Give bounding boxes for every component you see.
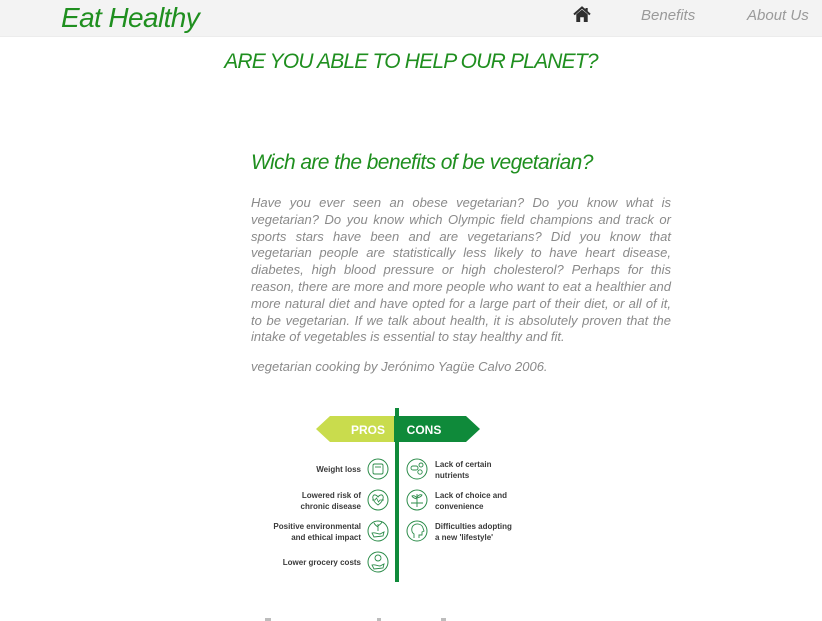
article-body: Have you ever seen an obese vegetarian? … [251, 195, 671, 345]
con-label-line-2: convenience [435, 502, 484, 511]
con-label-line-1: Lack of choice and [435, 491, 507, 500]
pro-item-environmental-impact: Positive environmental and ethical impac… [273, 520, 389, 542]
con-label-line-2: a new 'lifestyle' [435, 533, 493, 542]
scale-icon [367, 458, 389, 480]
pills-icon [406, 458, 428, 480]
sprout-icon [406, 489, 428, 511]
con-item-nutrients: Lack of certain nutrients [406, 458, 492, 480]
home-icon[interactable] [573, 6, 591, 23]
section-title: Wich are the benefits of be vegetarian? [251, 151, 593, 174]
con-item-choice: Lack of choice and convenience [406, 489, 507, 511]
pro-item-chronic-disease: Lowered risk of chronic disease [301, 489, 389, 511]
con-item-lifestyle: Difficulties adopting a new 'lifestyle' [406, 520, 512, 542]
below-fold-content [265, 618, 446, 621]
pro-item-grocery-costs: Lower grocery costs [283, 551, 389, 573]
con-label-line-1: Lack of certain [435, 460, 492, 469]
cons-label: CONS [407, 423, 442, 437]
pro-label-line-1: Lowered risk of [302, 491, 361, 500]
pro-label: Weight loss [316, 465, 361, 474]
pros-label: PROS [351, 423, 385, 437]
signpost-pole [395, 408, 399, 582]
head-icon [406, 520, 428, 542]
citation: vegetarian cooking by Jerónimo Yagüe Cal… [251, 359, 548, 374]
brand-logo[interactable]: Eat Healthy [61, 0, 200, 36]
hand-coin-icon [367, 551, 389, 573]
pro-label-line-2: chronic disease [301, 502, 362, 511]
hero-title: ARE YOU ABLE TO HELP OUR PLANET? [224, 50, 598, 73]
hand-sprout-icon [367, 520, 389, 542]
con-label-line-2: nutrients [435, 471, 470, 480]
pros-cons-infographic: PROS CONS Weight loss Lowered risk of ch… [273, 408, 512, 582]
pro-label-line-1: Positive environmental [273, 522, 361, 531]
pro-label-line-2: and ethical impact [291, 533, 361, 542]
pro-item-weight-loss: Weight loss [316, 458, 389, 480]
navbar: Eat Healthy Benefits About Us [0, 0, 822, 37]
pro-label: Lower grocery costs [283, 558, 362, 567]
heart-pulse-icon [367, 489, 389, 511]
nav-link-benefits[interactable]: Benefits [641, 7, 695, 25]
con-label-line-1: Difficulties adopting [435, 522, 512, 531]
nav-link-about-us[interactable]: About Us [747, 7, 809, 25]
